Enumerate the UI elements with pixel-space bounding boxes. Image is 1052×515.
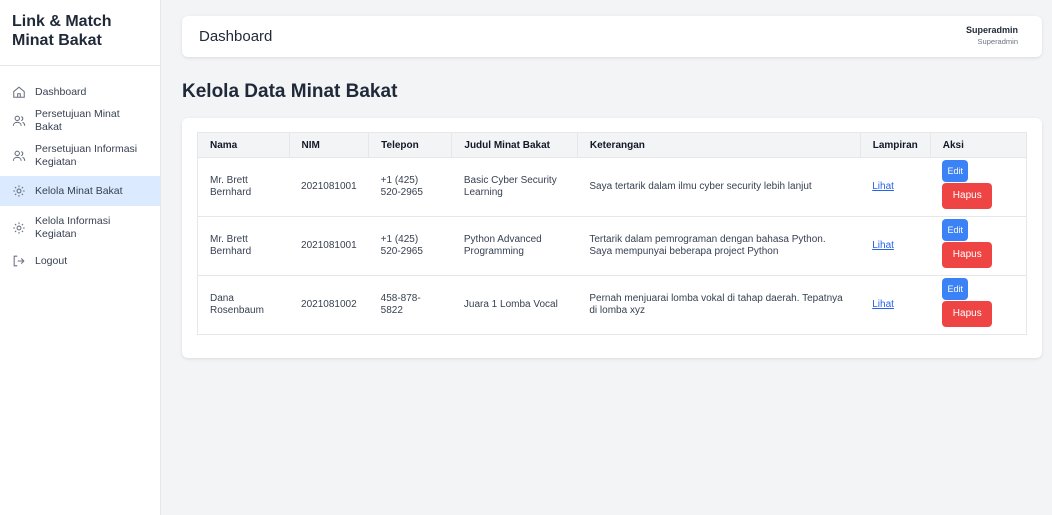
gear-icon bbox=[12, 221, 26, 235]
cell-nim: 2021081001 bbox=[289, 157, 369, 217]
cell-nim: 2021081002 bbox=[289, 275, 369, 335]
column-header-aksi: Aksi bbox=[929, 132, 1028, 158]
table-header-row: Nama NIM Telepon Judul Minat Bakat Keter… bbox=[197, 132, 1028, 158]
user-menu[interactable]: Superadmin Superadmin bbox=[966, 25, 1018, 46]
lihat-link[interactable]: Lihat bbox=[872, 181, 894, 192]
cell-aksi: Edit Hapus bbox=[930, 216, 1028, 276]
lihat-link[interactable]: Lihat bbox=[872, 240, 894, 251]
sidebar-item-label: Kelola Minat Bakat bbox=[35, 184, 123, 197]
top-bar: Dashboard Superadmin Superadmin bbox=[182, 16, 1042, 57]
cell-nama: Dana Rosenbaum bbox=[197, 275, 290, 335]
sidebar: Link & Match Minat Bakat Dashboard Perse… bbox=[0, 0, 161, 515]
cell-nama: Mr. Brett Bernhard bbox=[197, 216, 290, 276]
cell-aksi: Edit Hapus bbox=[930, 157, 1028, 217]
cell-aksi: Edit Hapus bbox=[930, 275, 1028, 335]
page-title: Kelola Data Minat Bakat bbox=[182, 81, 398, 102]
cell-telepon: +1 (425) 520-2965 bbox=[368, 216, 452, 276]
edit-button[interactable]: Edit bbox=[942, 218, 969, 241]
data-table-card: Nama NIM Telepon Judul Minat Bakat Keter… bbox=[182, 118, 1042, 358]
column-header-keterangan: Keterangan bbox=[576, 132, 861, 158]
column-header-lampiran: Lampiran bbox=[859, 132, 931, 158]
user-name: Superadmin bbox=[965, 25, 1018, 35]
column-header-nama: Nama bbox=[197, 132, 290, 158]
column-header-judul: Judul Minat Bakat bbox=[451, 132, 578, 158]
table-row: Mr. Brett Bernhard 2021081001 +1 (425) 5… bbox=[197, 216, 1028, 276]
cell-nim: 2021081001 bbox=[289, 216, 369, 276]
cell-telepon: 458-878-5822 bbox=[368, 275, 452, 335]
sidebar-item-label: Persetujuan Informasi Kegiatan bbox=[35, 143, 138, 168]
cell-keterangan: Saya tertarik dalam ilmu cyber security … bbox=[577, 157, 861, 217]
users-icon bbox=[12, 149, 26, 163]
edit-button[interactable]: Edit bbox=[942, 159, 969, 182]
sidebar-item-persetujuan-minat-bakat[interactable]: Persetujuan Minat Bakat bbox=[0, 106, 160, 136]
gear-icon bbox=[12, 184, 26, 198]
brand-logo: Link & Match Minat Bakat bbox=[0, 0, 160, 66]
cell-keterangan: Pernah menjuarai lomba vokal di tahap da… bbox=[577, 275, 861, 335]
delete-button[interactable]: Hapus bbox=[942, 182, 993, 209]
cell-telepon: +1 (425) 520-2965 bbox=[368, 157, 452, 217]
sidebar-item-persetujuan-informasi-kegiatan[interactable]: Persetujuan Informasi Kegiatan bbox=[0, 136, 160, 176]
cell-keterangan: Tertarik dalam pemrograman dengan bahasa… bbox=[577, 216, 861, 276]
edit-button[interactable]: Edit bbox=[942, 277, 969, 300]
cell-judul: Basic Cyber Security Learning bbox=[451, 157, 578, 217]
table-row: Mr. Brett Bernhard 2021081001 +1 (425) 5… bbox=[197, 157, 1028, 217]
brand-line-2: Minat Bakat bbox=[12, 32, 102, 49]
brand-line-1: Link & Match bbox=[12, 13, 112, 30]
sidebar-item-logout[interactable]: Logout bbox=[0, 250, 160, 272]
column-header-telepon: Telepon bbox=[368, 132, 453, 158]
cell-lampiran: Lihat bbox=[860, 216, 931, 276]
sidebar-item-label: Logout bbox=[35, 254, 68, 267]
column-header-nim: NIM bbox=[288, 132, 370, 158]
lihat-link[interactable]: Lihat bbox=[872, 299, 894, 310]
cell-lampiran: Lihat bbox=[860, 275, 931, 335]
logout-icon bbox=[12, 254, 26, 268]
table-row: Dana Rosenbaum 2021081002 458-878-5822 J… bbox=[197, 275, 1028, 335]
sidebar-item-kelola-informasi-kegiatan[interactable]: Kelola Informasi Kegiatan bbox=[0, 206, 160, 250]
sidebar-item-kelola-minat-bakat[interactable]: Kelola Minat Bakat bbox=[0, 176, 160, 206]
delete-button[interactable]: Hapus bbox=[942, 241, 993, 268]
sidebar-item-dashboard[interactable]: Dashboard bbox=[0, 78, 160, 106]
cell-lampiran: Lihat bbox=[860, 157, 931, 217]
home-icon bbox=[12, 85, 26, 99]
sidebar-item-label: Persetujuan Minat Bakat bbox=[35, 108, 120, 133]
header-title: Dashboard bbox=[199, 28, 273, 45]
users-icon bbox=[12, 114, 26, 128]
cell-judul: Python Advanced Programming bbox=[451, 216, 578, 276]
cell-judul: Juara 1 Lomba Vocal bbox=[451, 275, 578, 335]
sidebar-item-label: Dashboard bbox=[35, 85, 87, 98]
user-role: Superadmin bbox=[977, 37, 1018, 46]
sidebar-nav: Dashboard Persetujuan Minat Bakat Perset… bbox=[0, 66, 160, 272]
sidebar-item-label: Kelola Informasi Kegiatan bbox=[35, 215, 111, 240]
delete-button[interactable]: Hapus bbox=[942, 300, 993, 327]
cell-nama: Mr. Brett Bernhard bbox=[197, 157, 290, 217]
minat-bakat-table: Nama NIM Telepon Judul Minat Bakat Keter… bbox=[197, 132, 1028, 335]
